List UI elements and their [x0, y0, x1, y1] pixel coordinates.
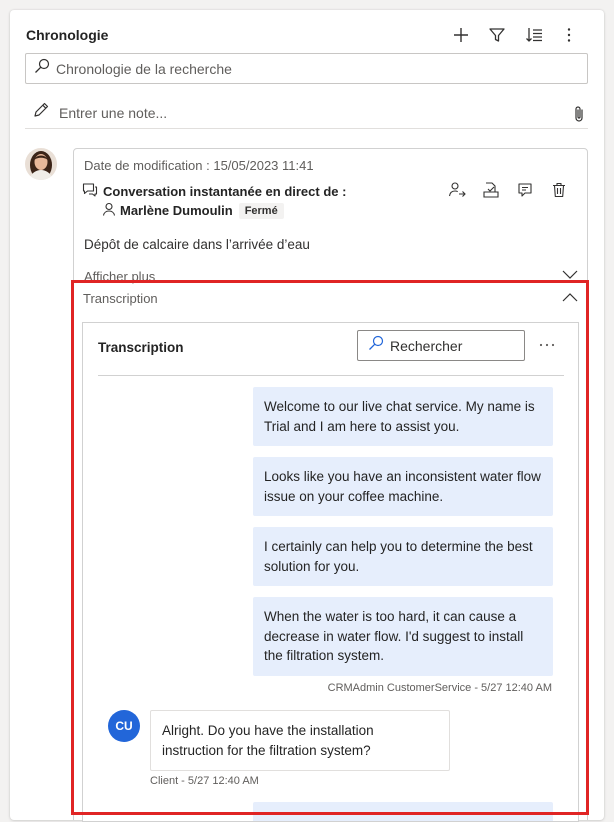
- add-icon[interactable]: [450, 24, 472, 46]
- note-entry[interactable]: [25, 97, 588, 129]
- conversation-person: Marlène Dumoulin Fermé: [102, 202, 284, 219]
- agent-message: Welcome to our live chat service. My nam…: [253, 387, 553, 446]
- client-avatar: CU: [108, 710, 140, 742]
- timeline-search[interactable]: [25, 53, 588, 84]
- client-message: Alright. Do you have the installation in…: [150, 710, 450, 771]
- status-badge: Fermé: [238, 202, 284, 219]
- conversation-type: Conversation instantanée en direct de :: [82, 182, 346, 201]
- show-more-link[interactable]: Afficher plus: [84, 269, 155, 284]
- client-message-meta: Client - 5/27 12:40 AM: [150, 775, 259, 787]
- open-record-icon[interactable]: [515, 180, 535, 200]
- chevron-up-icon[interactable]: [561, 290, 579, 309]
- chevron-down-icon[interactable]: [561, 267, 579, 286]
- panel-title: Chronologie: [26, 27, 109, 43]
- sort-icon[interactable]: [523, 24, 545, 46]
- search-icon: [368, 335, 384, 356]
- search-input[interactable]: [56, 60, 556, 77]
- modified-date: Date de modification : 15/05/2023 11:41: [84, 158, 314, 173]
- filter-icon[interactable]: [486, 24, 508, 46]
- activity-subject: Dépôt de calcaire dans l’arrivée d’eau: [84, 237, 310, 252]
- search-icon: [34, 58, 50, 79]
- delete-icon[interactable]: [549, 180, 569, 200]
- agent-message-meta: CRMAdmin CustomerService - 5/27 12:40 AM: [327, 682, 552, 694]
- more-vertical-icon[interactable]: [558, 24, 580, 46]
- more-horizontal-icon[interactable]: [535, 335, 559, 355]
- close-activity-icon[interactable]: [481, 180, 501, 200]
- pencil-icon: [33, 102, 49, 123]
- note-input[interactable]: [59, 104, 539, 121]
- card-actions: [447, 180, 569, 200]
- agent-message-partial: [253, 802, 553, 821]
- agent-message: When the water is too hard, it can cause…: [253, 597, 553, 676]
- transcript-viewer: Transcription Welcome to our live chat s…: [82, 322, 579, 822]
- agent-message: Looks like you have an inconsistent wate…: [253, 457, 553, 516]
- transcript-title: Transcription: [98, 340, 184, 355]
- person-name[interactable]: Marlène Dumoulin: [120, 203, 233, 218]
- contact-avatar: [25, 148, 57, 180]
- divider: [98, 375, 564, 376]
- conversation-type-label: Conversation instantanée en direct de :: [103, 184, 347, 199]
- transcript-search[interactable]: [357, 330, 525, 361]
- assign-icon[interactable]: [447, 180, 467, 200]
- paperclip-icon[interactable]: [572, 105, 586, 128]
- transcript-search-input[interactable]: [390, 337, 510, 354]
- person-icon: [102, 202, 116, 219]
- agent-message: I certainly can help you to determine th…: [253, 527, 553, 586]
- transcription-section-label: Transcription: [83, 291, 158, 306]
- chat-icon: [82, 182, 98, 201]
